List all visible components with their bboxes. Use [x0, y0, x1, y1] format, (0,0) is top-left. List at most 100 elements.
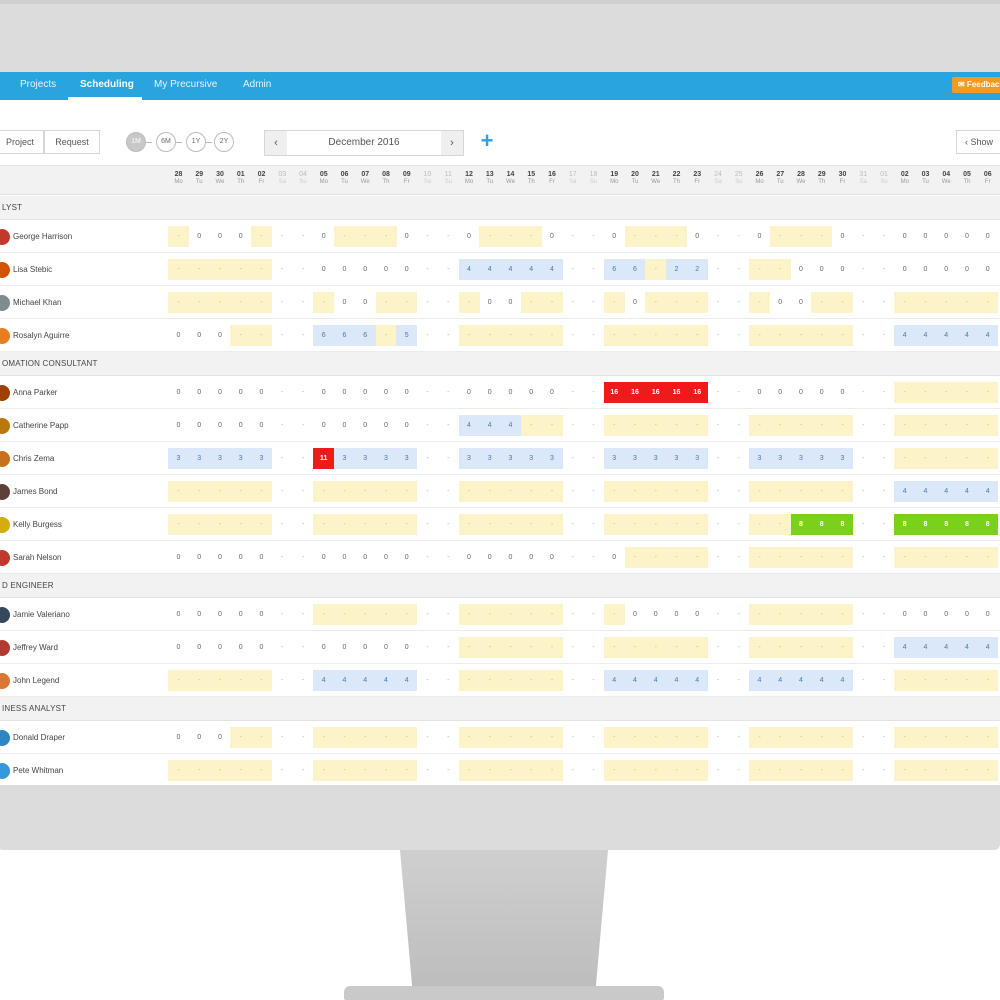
allocation-cell[interactable]: - — [686, 514, 708, 535]
allocation-cell[interactable]: - — [935, 547, 957, 568]
allocation-cell[interactable]: 16 — [624, 382, 646, 403]
allocation-cell[interactable]: 16 — [666, 382, 687, 403]
allocation-cell[interactable]: 3 — [334, 448, 355, 469]
allocation-cell[interactable]: 0 — [189, 382, 210, 403]
allocation-cell[interactable]: - — [645, 547, 667, 568]
allocation-cell[interactable]: - — [583, 382, 604, 403]
allocation-cell[interactable]: - — [458, 325, 480, 346]
allocation-cell[interactable]: 0 — [210, 637, 231, 658]
allocation-cell[interactable]: - — [479, 670, 501, 691]
allocation-cell[interactable]: 0 — [604, 226, 625, 247]
allocation-cell[interactable]: 0 — [334, 547, 355, 568]
allocation-cell[interactable]: - — [562, 760, 583, 781]
allocation-cell[interactable]: - — [956, 547, 978, 568]
allocation-cell[interactable]: - — [853, 226, 874, 247]
allocation-cell[interactable]: - — [749, 259, 770, 280]
allocation-cell[interactable]: - — [708, 604, 729, 625]
allocation-cell[interactable]: 4 — [603, 670, 625, 691]
allocation-cell[interactable]: - — [728, 514, 749, 535]
allocation-cell[interactable]: 0 — [168, 727, 189, 748]
allocation-cell[interactable]: 0 — [313, 259, 334, 280]
allocation-cell[interactable]: - — [562, 415, 583, 436]
allocation-cell[interactable]: - — [479, 226, 501, 247]
allocation-cell[interactable]: - — [853, 448, 874, 469]
allocation-cell[interactable]: 0 — [811, 382, 832, 403]
allocation-cell[interactable]: - — [272, 259, 293, 280]
feedback-button[interactable]: ✉ Feedback — [952, 77, 1000, 93]
allocation-cell[interactable]: - — [811, 604, 833, 625]
allocation-cell[interactable]: - — [832, 637, 853, 658]
allocation-cell[interactable]: - — [708, 547, 729, 568]
resource-name[interactable]: Chris Zema — [13, 442, 54, 475]
allocation-cell[interactable]: - — [769, 259, 791, 280]
allocation-cell[interactable]: 0 — [977, 259, 998, 280]
allocation-cell[interactable]: - — [603, 292, 625, 313]
allocation-cell[interactable]: 0 — [189, 325, 210, 346]
allocation-cell[interactable]: - — [354, 226, 376, 247]
allocation-cell[interactable]: 0 — [189, 604, 210, 625]
allocation-cell[interactable]: - — [520, 637, 542, 658]
allocation-cell[interactable]: - — [375, 727, 397, 748]
nav-my-precursive[interactable]: My Precursive — [154, 72, 217, 100]
resource-name[interactable]: Kelly Burgess — [13, 508, 62, 541]
resource-row[interactable]: Donald Draper 0 0 0- - - - - - - - - - - - - - - - - - - - - - - -… — [0, 721, 1000, 754]
allocation-cell[interactable]: 4 — [396, 670, 418, 691]
allocation-cell[interactable]: - — [438, 325, 459, 346]
resource-name[interactable]: James Bond — [13, 475, 57, 508]
allocation-cell[interactable]: - — [251, 292, 272, 313]
allocation-cell[interactable]: - — [251, 514, 272, 535]
allocation-cell[interactable]: 0 — [396, 637, 417, 658]
allocation-cell[interactable]: - — [583, 727, 604, 748]
allocation-cell[interactable]: - — [458, 514, 480, 535]
allocation-cell[interactable]: - — [583, 325, 604, 346]
allocation-cell[interactable]: - — [874, 514, 895, 535]
allocation-cell[interactable]: - — [874, 760, 895, 781]
allocation-cell[interactable]: - — [790, 637, 812, 658]
allocation-cell[interactable]: - — [853, 415, 874, 436]
allocation-cell[interactable]: 0 — [313, 382, 334, 403]
allocation-cell[interactable]: - — [915, 292, 936, 313]
allocation-cell[interactable]: 8 — [811, 514, 833, 535]
allocation-cell[interactable]: 4 — [458, 259, 480, 280]
allocation-cell[interactable]: 0 — [791, 259, 812, 280]
allocation-cell[interactable]: - — [438, 760, 459, 781]
allocation-cell[interactable]: - — [769, 415, 791, 436]
allocation-cell[interactable]: - — [293, 325, 314, 346]
allocation-cell[interactable]: 0 — [189, 415, 210, 436]
allocation-cell[interactable]: - — [438, 382, 459, 403]
allocation-cell[interactable]: - — [230, 259, 252, 280]
allocation-cell[interactable]: - — [500, 637, 521, 658]
resource-name[interactable]: Catherine Papp — [13, 409, 69, 442]
allocation-cell[interactable]: - — [375, 226, 397, 247]
allocation-cell[interactable]: - — [728, 382, 749, 403]
allocation-cell[interactable]: - — [603, 760, 625, 781]
allocation-cell[interactable]: 8 — [915, 514, 936, 535]
allocation-cell[interactable]: 0 — [355, 547, 376, 568]
allocation-cell[interactable]: 4 — [915, 481, 936, 502]
allocation-cell[interactable]: - — [313, 481, 335, 502]
allocation-cell[interactable]: 4 — [354, 670, 376, 691]
allocation-cell[interactable]: 8 — [956, 514, 978, 535]
allocation-cell[interactable]: - — [541, 481, 563, 502]
allocation-cell[interactable]: - — [603, 325, 625, 346]
allocation-cell[interactable]: - — [500, 670, 521, 691]
allocation-cell[interactable]: - — [438, 670, 459, 691]
allocation-cell[interactable]: 3 — [500, 448, 521, 469]
allocation-cell[interactable]: 0 — [687, 226, 708, 247]
allocation-cell[interactable]: 0 — [894, 259, 915, 280]
allocation-cell[interactable]: - — [417, 760, 438, 781]
allocation-cell[interactable]: - — [417, 514, 438, 535]
allocation-cell[interactable]: 0 — [313, 637, 334, 658]
allocation-cell[interactable]: 0 — [832, 226, 853, 247]
allocation-cell[interactable]: - — [977, 448, 999, 469]
allocation-cell[interactable]: - — [541, 514, 563, 535]
allocation-cell[interactable]: - — [769, 604, 791, 625]
allocation-cell[interactable]: 8 — [977, 514, 999, 535]
allocation-cell[interactable]: - — [811, 637, 833, 658]
allocation-cell[interactable]: 4 — [479, 259, 501, 280]
allocation-cell[interactable]: 0 — [832, 259, 853, 280]
allocation-cell[interactable]: 0 — [542, 382, 563, 403]
allocation-cell[interactable]: 0 — [168, 604, 189, 625]
allocation-cell[interactable]: 3 — [686, 448, 708, 469]
allocation-cell[interactable]: - — [188, 760, 210, 781]
